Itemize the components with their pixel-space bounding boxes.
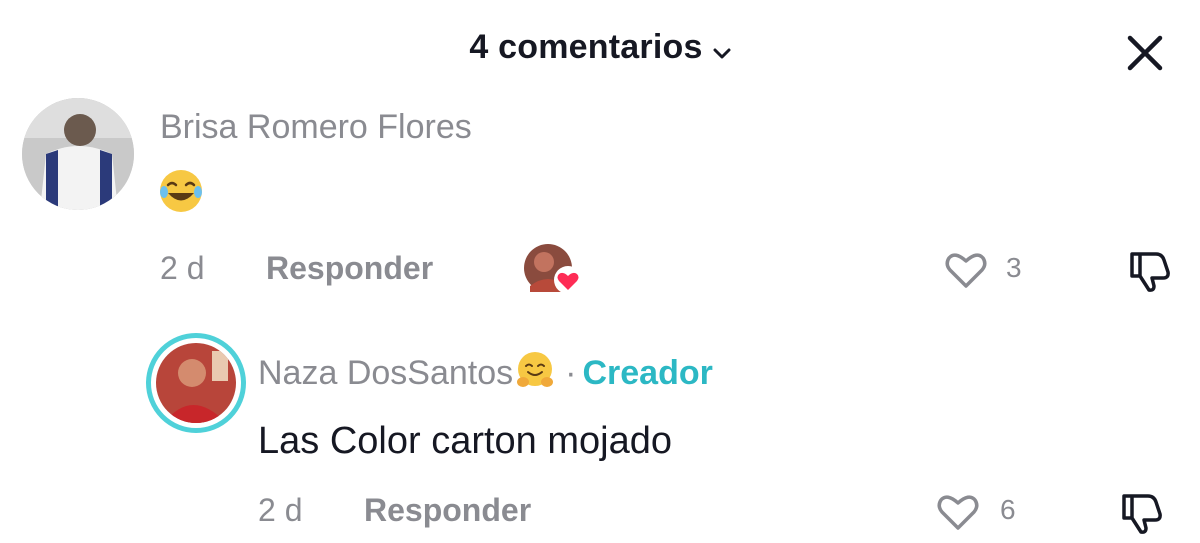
comment-username[interactable]: Naza DosSantos: [258, 354, 513, 392]
comment-timestamp: 2 d: [258, 492, 303, 528]
heart-outline-icon[interactable]: [944, 250, 988, 290]
laughing-emoji-icon: [158, 168, 204, 214]
comments-count-label: 4 comentarios: [469, 28, 703, 66]
close-icon[interactable]: [1122, 30, 1170, 78]
comment-text: Las Color carton mojado: [258, 420, 672, 462]
hugging-face-emoji-icon: [515, 350, 555, 399]
reply-button[interactable]: Responder: [266, 250, 433, 287]
user-avatar[interactable]: [22, 98, 134, 210]
comments-header: 4 comentarios: [0, 0, 1200, 105]
reply-button[interactable]: Responder: [364, 492, 531, 529]
like-count: 3: [1006, 252, 1022, 283]
thumbs-down-icon[interactable]: [1118, 488, 1166, 536]
creator-badge: Creador: [582, 354, 713, 392]
creator-avatar[interactable]: [146, 333, 246, 433]
heart-outline-icon[interactable]: [936, 492, 980, 532]
separator-dot: ·: [565, 354, 577, 392]
like-count: 6: [1000, 494, 1016, 525]
creator-liked-icon: [522, 242, 584, 296]
comment-username[interactable]: Brisa Romero Flores: [160, 108, 472, 147]
comments-count-toggle[interactable]: 4 comentarios: [0, 28, 1200, 69]
thumbs-down-icon[interactable]: [1126, 246, 1174, 294]
chevron-down-icon: [713, 30, 731, 69]
creator-username-row: Naza DosSantos · Creador: [258, 350, 713, 399]
comment-timestamp: 2 d: [160, 250, 205, 286]
